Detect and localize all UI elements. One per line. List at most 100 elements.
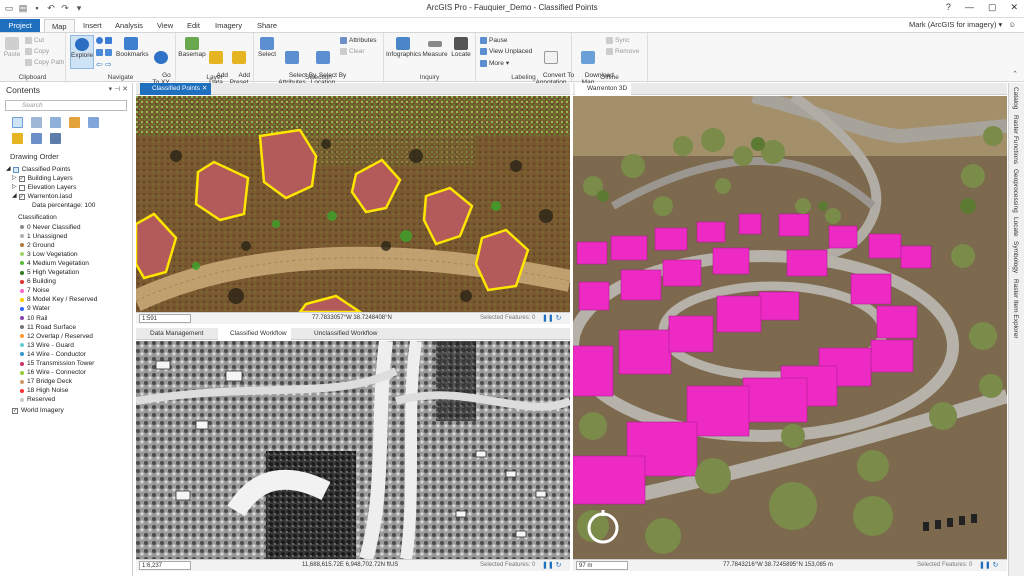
infographics-button[interactable]: Infographics [386, 37, 421, 58]
classification-item[interactable]: 16 Wire - Connector [6, 368, 132, 377]
feedback-icon[interactable]: ☺ [1008, 20, 1016, 29]
dock-tab-locate[interactable]: Locate [1012, 217, 1019, 237]
classification-item[interactable]: Reserved [6, 395, 132, 404]
tab-edit[interactable]: Edit [180, 19, 207, 32]
classification-item[interactable]: 4 Medium Vegetation [6, 259, 132, 268]
layer-checkbox[interactable]: ✓ [18, 193, 25, 200]
user-name[interactable]: Mark (ArcGIS for imagery) ▾ [909, 20, 1002, 29]
tab-project[interactable]: Project [0, 19, 40, 32]
view-unplaced-button[interactable]: View Unplaced [480, 48, 532, 55]
zoom-layer-icon[interactable] [96, 49, 112, 56]
restore-button[interactable]: ▢ [988, 2, 997, 13]
dock-tab-geoprocessing[interactable]: Geoprocessing [1012, 169, 1019, 213]
list-by-editing-icon[interactable] [69, 117, 80, 128]
tab-data-management[interactable]: Data Management [138, 328, 207, 340]
measure-button[interactable]: Measure [422, 37, 448, 58]
basemap-button[interactable]: Basemap [178, 37, 206, 58]
layer-row[interactable]: ▷ ✓ Building Layers [6, 174, 132, 183]
copy-path-button[interactable]: Copy Path [25, 59, 64, 66]
classification-item[interactable]: 1 Unassigned [6, 232, 132, 241]
dock-tab-raster-functions[interactable]: Raster Functions [1012, 115, 1019, 164]
classification-item[interactable]: 11 Road Surface [6, 323, 132, 332]
classification-item[interactable]: 17 Bridge Deck [6, 377, 132, 386]
pause-drawing-icon[interactable]: ❚❚ ↻ [542, 561, 562, 569]
classification-item[interactable]: 5 High Vegetation [6, 268, 132, 277]
dock-tab-raster-item-explorer[interactable]: Raster Item Explorer [1012, 279, 1019, 339]
scale-selector[interactable]: 97 m [576, 561, 628, 570]
pane-controls-icon[interactable]: ▾ ⊣ ✕ [109, 83, 128, 97]
list-by-drawing-order-icon[interactable] [12, 117, 23, 128]
list-by-perspective-icon[interactable] [31, 133, 42, 144]
classification-item[interactable]: 14 Wire - Conductor [6, 350, 132, 359]
grayscale-imagery[interactable] [136, 341, 570, 559]
pause-button[interactable]: Pause [480, 37, 507, 44]
classification-item[interactable]: 15 Transmission Tower [6, 359, 132, 368]
help-icon[interactable]: ? [946, 2, 951, 13]
tab-view[interactable]: View [150, 19, 180, 32]
cut-button[interactable]: Cut [25, 37, 44, 44]
class-label: 6 Building [27, 278, 56, 286]
map-node[interactable]: ◢ Classified Points [6, 165, 132, 174]
explore-button[interactable]: Explore [70, 35, 94, 69]
tab-share[interactable]: Share [250, 19, 284, 32]
tab-insert[interactable]: Insert [76, 19, 109, 32]
locate-button[interactable]: Locate [450, 37, 472, 58]
scene-3d[interactable] [573, 96, 1007, 559]
close-tab-icon[interactable]: ✕ [202, 85, 207, 92]
classification-item[interactable]: 9 Water [6, 304, 132, 313]
select-button[interactable]: Select [256, 37, 278, 58]
tab-classified-workflow[interactable]: Classified Workflow [218, 328, 291, 340]
list-by-labeling-icon[interactable] [12, 133, 23, 144]
layer-checkbox[interactable]: ✓ [18, 175, 25, 182]
remove-button[interactable]: Remove [606, 48, 639, 55]
minimize-button[interactable]: — [965, 2, 974, 13]
classification-item[interactable]: 7 Noise [6, 286, 132, 295]
bookmarks-button[interactable]: Bookmarks [116, 37, 149, 58]
tab-unclassified-workflow[interactable]: Unclassified Workflow [302, 328, 381, 340]
list-by-source-icon[interactable] [31, 117, 42, 128]
back-forward-icon[interactable]: ⇦ ⇨ [96, 60, 112, 69]
list-by-selection-icon[interactable] [50, 117, 61, 128]
list-by-snapping-icon[interactable] [88, 117, 99, 128]
classification-item[interactable]: 8 Model Key / Reserved [6, 295, 132, 304]
classification-item[interactable]: 0 Never Classified [6, 223, 132, 232]
layer-row[interactable]: ▷ Elevation Layers [6, 183, 132, 192]
classification-item[interactable]: 2 Ground [6, 241, 132, 250]
warrenton-3d-scene[interactable] [573, 96, 1007, 559]
scale-selector[interactable]: 1:591 [139, 314, 191, 323]
zoom-full-icon[interactable] [96, 37, 112, 44]
clear-button[interactable]: Clear [340, 48, 365, 55]
close-button[interactable]: ✕ [1010, 2, 1018, 13]
tab-map[interactable]: Map [44, 19, 75, 32]
tab-analysis[interactable]: Analysis [108, 19, 150, 32]
sync-button[interactable]: Sync [606, 37, 629, 44]
contents-search-input[interactable]: Search [5, 100, 127, 111]
classification-item[interactable]: 10 Rail [6, 314, 132, 323]
classification-item[interactable]: 18 High Noise [6, 386, 132, 395]
paste-button[interactable]: Paste [3, 37, 21, 58]
list-by-charts-icon[interactable] [50, 133, 61, 144]
pause-drawing-icon[interactable]: ❚❚ ↻ [979, 561, 999, 569]
classification-item[interactable]: 12 Overlap / Reserved [6, 332, 132, 341]
more-button[interactable]: More ▾ [480, 59, 509, 67]
classified-points-map[interactable] [136, 96, 570, 312]
tab-warrenton-3d[interactable]: Warrenton 3D [575, 83, 632, 95]
layer-checkbox[interactable] [18, 184, 25, 191]
copy-button[interactable]: Copy [25, 48, 49, 55]
scale-selector[interactable]: 1:6,237 [139, 561, 191, 570]
point-cloud-map[interactable] [136, 96, 570, 312]
attributes-button[interactable]: Attributes [340, 37, 376, 44]
tab-imagery[interactable]: Imagery [208, 19, 249, 32]
layer-row[interactable]: ✓ World Imagery [6, 406, 132, 415]
classification-item[interactable]: 6 Building [6, 277, 132, 286]
classification-item[interactable]: 13 Wire - Guard [6, 341, 132, 350]
layer-checkbox[interactable]: ✓ [12, 407, 18, 414]
collapse-ribbon-icon[interactable]: ⌃ [1012, 70, 1018, 78]
pause-drawing-icon[interactable]: ❚❚ ↻ [542, 314, 562, 322]
classification-item[interactable]: 3 Low Vegetation [6, 250, 132, 259]
layer-row[interactable]: ◢ ✓ Warrenton.lasd [6, 192, 132, 201]
tab-classified-points[interactable]: Classified Points ✕ [140, 83, 212, 95]
dock-tab-catalog[interactable]: Catalog [1012, 87, 1019, 109]
dock-tab-symbology[interactable]: Symbology [1012, 241, 1019, 273]
data-management-map[interactable] [136, 341, 570, 559]
